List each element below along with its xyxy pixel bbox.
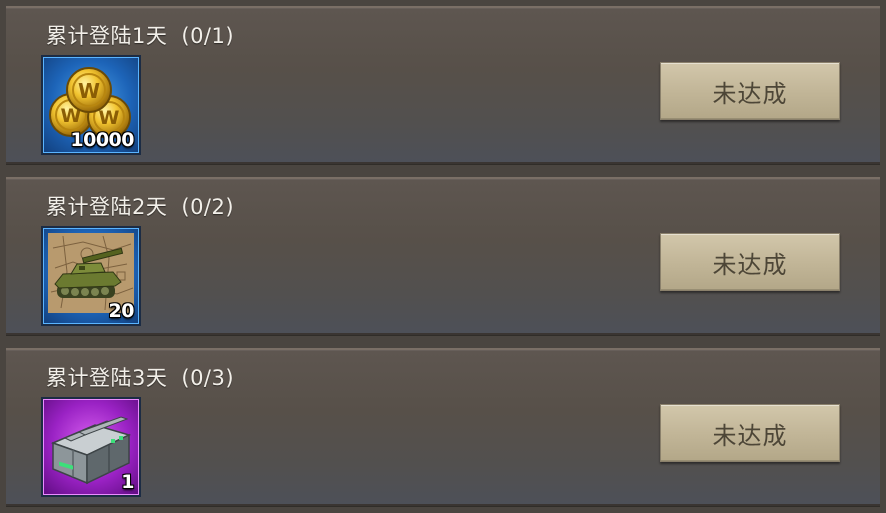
reward-progress: (0/1) (181, 24, 235, 48)
reward-row-day-3: 累计登陆3天 (0/3) 1 未达成 (6, 348, 880, 506)
claim-status-button[interactable]: 未达成 (660, 62, 840, 120)
login-rewards-list: 累计登陆1天 (0/1) W W W 10000 未达成 累计登陆2天 (0/2… (0, 0, 886, 513)
reward-item-slot[interactable]: 20 (41, 226, 141, 326)
reward-title-text: 累计登陆2天 (46, 195, 168, 219)
reward-title: 累计登陆3天 (0/3) (46, 362, 234, 392)
claim-status-button[interactable]: 未达成 (660, 233, 840, 291)
reward-row-day-2: 累计登陆2天 (0/2) 20 未达成 (6, 177, 880, 335)
reward-progress: (0/2) (181, 195, 235, 219)
reward-title: 累计登陆1天 (0/1) (46, 20, 234, 50)
reward-item-slot[interactable]: 1 (41, 397, 141, 497)
reward-quantity: 20 (108, 300, 135, 322)
svg-text:W: W (78, 79, 100, 103)
reward-title: 累计登陆2天 (0/2) (46, 191, 234, 221)
claim-status-button[interactable]: 未达成 (660, 404, 840, 462)
svg-text:W: W (99, 107, 120, 129)
reward-title-text: 累计登陆3天 (46, 366, 168, 390)
reward-item-slot[interactable]: W W W 10000 (41, 55, 141, 155)
reward-quantity: 10000 (70, 129, 134, 151)
reward-quantity: 1 (121, 471, 134, 493)
reward-title-text: 累计登陆1天 (46, 24, 168, 48)
reward-row-day-1: 累计登陆1天 (0/1) W W W 10000 未达成 (6, 6, 880, 164)
reward-progress: (0/3) (181, 366, 235, 390)
